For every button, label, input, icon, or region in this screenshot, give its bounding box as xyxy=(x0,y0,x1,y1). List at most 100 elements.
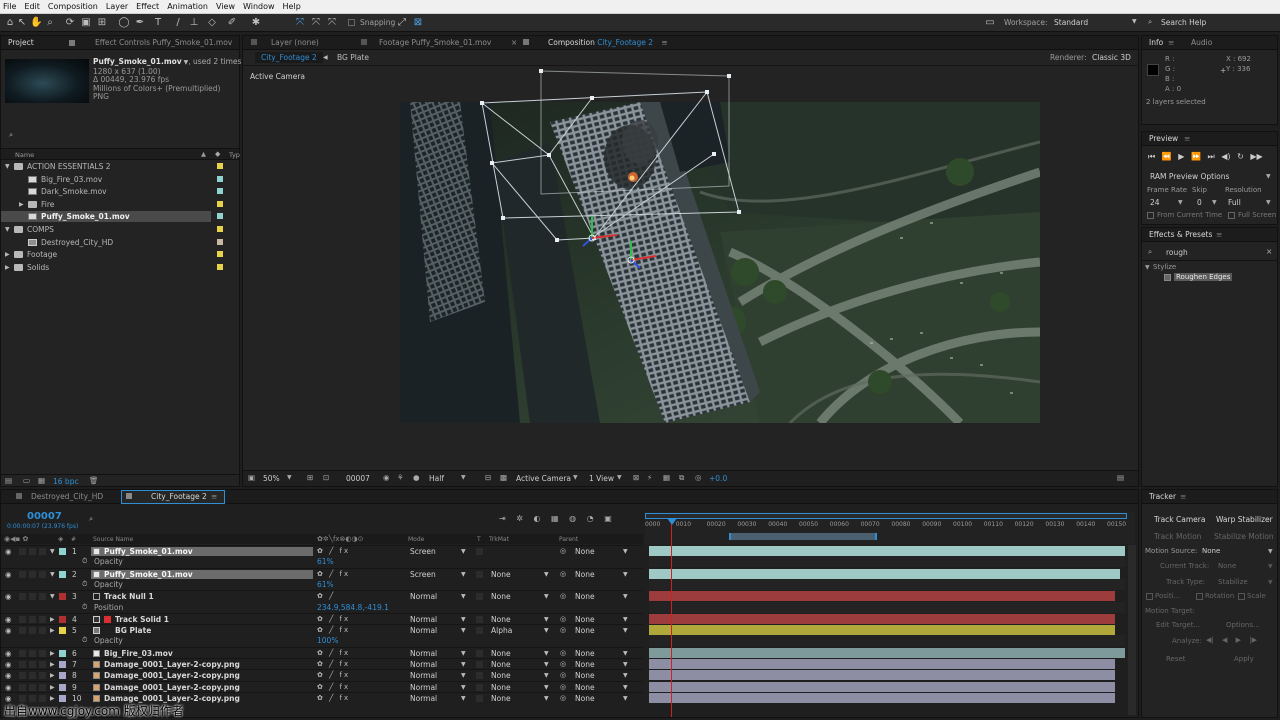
options-button[interactable]: Options... xyxy=(1226,621,1260,629)
layer-duration-bar[interactable] xyxy=(649,692,1116,703)
roughen-edges-item[interactable]: Roughen Edges xyxy=(1174,273,1233,281)
previous-frame-icon[interactable]: ⏪ xyxy=(1162,152,1172,161)
layer-label-color[interactable] xyxy=(59,661,66,668)
interpret-footage-icon[interactable]: ▤ xyxy=(5,476,12,485)
clear-search-icon[interactable]: × xyxy=(1266,247,1272,256)
home-icon[interactable]: ⌂ xyxy=(4,17,16,29)
property-value[interactable]: 234.9,584.8,-419.1 xyxy=(317,602,389,613)
playhead[interactable] xyxy=(671,520,672,717)
trkmat-chevron-icon[interactable]: ▼ xyxy=(544,693,549,704)
track-matte-select[interactable]: None xyxy=(491,693,511,704)
project-item[interactable]: Big_Fire_03.mov xyxy=(1,174,239,185)
layer-toggle-boxes[interactable] xyxy=(19,593,49,601)
timeline-layer-row[interactable]: ◉ ▶ 8 Damage_0001_Layer-2-copy.png ✿ ╱ fx Nor… xyxy=(1,669,643,680)
timeline-icon[interactable]: ▦ xyxy=(663,473,670,482)
sort-icon[interactable]: ▲ xyxy=(201,150,206,158)
workspace-select[interactable]: Standard xyxy=(1054,18,1088,27)
layer-duration-bar[interactable] xyxy=(649,613,1116,624)
frame-blending-icon[interactable]: ▦ xyxy=(551,514,559,523)
apply-button[interactable]: Apply xyxy=(1234,655,1254,663)
scale-checkbox[interactable] xyxy=(1238,593,1245,600)
track-type-select[interactable]: Stabilize xyxy=(1218,578,1248,586)
preserve-transparency-checkbox[interactable] xyxy=(476,627,483,635)
menu-animation[interactable]: Animation xyxy=(167,2,208,11)
always-preview-icon[interactable]: ▣ xyxy=(248,473,255,482)
preserve-transparency-checkbox[interactable] xyxy=(476,683,483,691)
column-type-header[interactable]: Typ xyxy=(229,151,240,159)
preserve-transparency-checkbox[interactable] xyxy=(476,661,483,668)
effects-search-input[interactable]: rough xyxy=(1166,248,1188,257)
view-layout-select[interactable]: 1 View xyxy=(589,474,614,483)
safe-zones-icon[interactable]: ⊞ xyxy=(307,473,313,482)
menu-effect[interactable]: Effect xyxy=(136,2,159,11)
transparency-grid-icon[interactable]: ▩ xyxy=(500,473,507,482)
layer-duration-bar[interactable] xyxy=(649,659,1116,669)
ellipse-tool-icon[interactable]: ◯ xyxy=(118,17,130,29)
preview-resolution-select[interactable]: Full xyxy=(1228,198,1241,207)
tab-audio[interactable]: Audio xyxy=(1191,38,1212,47)
column-name-header[interactable]: Name xyxy=(15,151,34,159)
preserve-transparency-checkbox[interactable] xyxy=(476,649,483,657)
view-axis-icon[interactable]: ⤧ xyxy=(326,17,338,29)
snapshot-icon[interactable]: ◉ xyxy=(383,473,390,482)
timeline-layer-row[interactable]: ◉ ▶ 5 BG Plate ✿ ╱ fx Normal ▼ Alpha ▼ ◎ None ▼ xyxy=(1,624,643,635)
layer-toggle-boxes[interactable] xyxy=(19,548,49,555)
resolution-select[interactable]: Half xyxy=(429,474,444,483)
rotation-checkbox[interactable] xyxy=(1196,593,1203,600)
layer-label-color[interactable] xyxy=(59,683,66,691)
folder-expand-icon[interactable]: ▼ xyxy=(5,224,10,235)
render-icon[interactable]: ▣ xyxy=(604,514,612,523)
layer-label-color[interactable] xyxy=(59,570,66,578)
project-item[interactable]: ▶ Solids xyxy=(1,262,239,273)
camera-tool-icon[interactable]: ▣ xyxy=(80,17,92,29)
edit-target-button[interactable]: Edit Target... xyxy=(1156,621,1200,629)
next-frame-icon[interactable]: ⏩ xyxy=(1191,152,1201,161)
timeline-layer-row[interactable]: ◉ ▶ 7 Damage_0001_Layer-2-copy.png ✿ ╱ fx Nor… xyxy=(1,658,643,669)
parent-pickwhip-icon[interactable]: ◎ xyxy=(560,693,566,704)
color-channel-icon[interactable]: ● xyxy=(413,473,420,482)
layer-label-color[interactable] xyxy=(59,593,66,601)
current-track-select[interactable]: None xyxy=(1218,562,1236,570)
mute-audio-icon[interactable]: ◀) xyxy=(1221,152,1230,161)
region-of-interest-icon[interactable]: ⊟ xyxy=(485,473,491,482)
column-source-name[interactable]: Source Name xyxy=(93,536,133,543)
stopwatch-icon[interactable]: ⏱ xyxy=(82,635,87,646)
layer-toggle-boxes[interactable] xyxy=(19,661,49,668)
snap-grid-icon[interactable]: ⊠ xyxy=(412,17,424,29)
frame-rate-select[interactable]: 24 xyxy=(1150,198,1160,207)
trash-icon[interactable]: 🗑 xyxy=(89,476,99,485)
project-item[interactable]: ▼ COMPS xyxy=(1,224,239,235)
mode-chevron-icon[interactable]: ▼ xyxy=(461,693,466,704)
preserve-transparency-checkbox[interactable] xyxy=(476,672,483,680)
menu-window[interactable]: Window xyxy=(243,2,275,11)
stopwatch-icon[interactable]: ⏱ xyxy=(82,556,87,567)
camera-view-chevron-icon[interactable]: ▼ xyxy=(573,474,578,481)
project-item[interactable]: Puffy_Smoke_01.mov xyxy=(1,211,223,223)
stabilize-motion-button[interactable]: Stabilize Motion xyxy=(1214,532,1274,541)
layer-toggle-boxes[interactable] xyxy=(19,672,49,680)
layer-label-color[interactable] xyxy=(59,548,66,555)
full-screen-checkbox[interactable] xyxy=(1228,212,1235,219)
tab-info[interactable]: Info xyxy=(1149,38,1163,47)
pen-tool-icon[interactable]: ✒ xyxy=(134,17,146,29)
preserve-transparency-checkbox[interactable] xyxy=(476,570,483,578)
camera-gizmo[interactable] xyxy=(243,36,1138,486)
brush-tool-icon[interactable]: / xyxy=(172,17,184,29)
analyze-forward-all-icon[interactable]: |▶ xyxy=(1249,636,1257,644)
fast-previews-icon[interactable]: ⚡ xyxy=(647,473,652,482)
label-color-swatch[interactable] xyxy=(217,163,223,169)
menu-help[interactable]: Help xyxy=(283,2,301,11)
search-help-field[interactable]: Search Help xyxy=(1161,18,1206,27)
last-frame-icon[interactable]: ⏭ xyxy=(1207,152,1214,161)
reset-button[interactable]: Reset xyxy=(1166,655,1186,663)
project-item[interactable]: Destroyed_City_HD xyxy=(1,237,239,248)
current-time-field[interactable]: 00007 xyxy=(346,474,370,483)
layer-label-color[interactable] xyxy=(59,649,66,657)
resolution-chevron-icon[interactable]: ▼ xyxy=(461,474,466,481)
time-ruler[interactable]: 0000 0010 00020 00030 00040 00050 00060 00070 00… xyxy=(645,512,1135,544)
folder-expand-icon[interactable]: ▶ xyxy=(5,249,10,260)
first-frame-icon[interactable]: ⏮ xyxy=(1148,152,1155,161)
folder-expand-icon[interactable]: ▼ xyxy=(5,161,10,172)
preserve-transparency-checkbox[interactable] xyxy=(476,593,483,601)
preserve-transparency-checkbox[interactable] xyxy=(476,615,483,623)
